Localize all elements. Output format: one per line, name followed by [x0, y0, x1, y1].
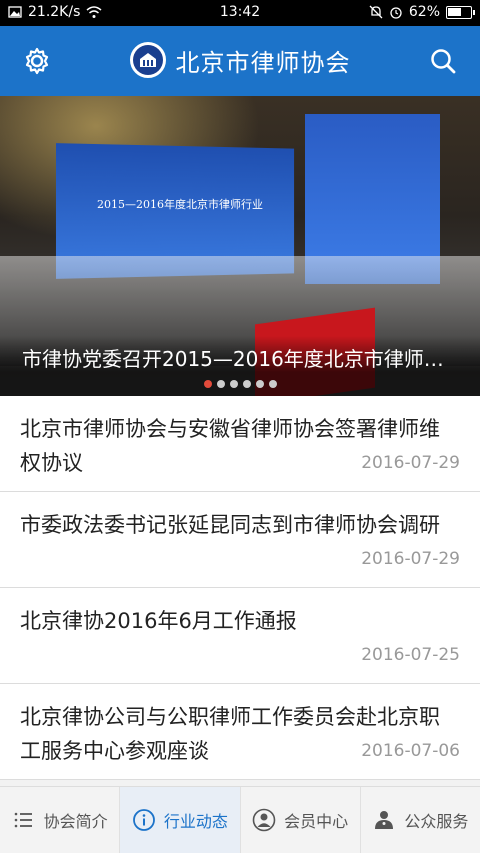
news-item[interactable]: 北京律协公司与公职律师工作委员会赴北京职工服务中心参观座谈 2016-07-06	[0, 684, 480, 780]
news-date: 2016-07-25	[361, 645, 460, 665]
tab-label: 公众服务	[404, 808, 468, 832]
people-icon	[372, 808, 396, 832]
tab-label: 行业动态	[164, 808, 228, 832]
banner-caption: 市律协党委召开2015—2016年度北京市律师…	[22, 343, 462, 372]
carousel-dot[interactable]	[204, 380, 212, 388]
news-item[interactable]: 市委政法委书记张延昆同志到市律师协会调研 2016-07-29	[0, 492, 480, 588]
news-date: 2016-07-29	[361, 453, 460, 473]
carousel-dot[interactable]	[269, 380, 277, 388]
list-icon	[12, 808, 36, 832]
news-title: 市委政法委书记张延昆同志到市律师协会调研	[20, 508, 460, 542]
app-bar: 北京市律师协会	[0, 26, 480, 96]
tab-association-intro[interactable]: 协会简介	[0, 787, 120, 853]
carousel-dot[interactable]	[217, 380, 225, 388]
page-title: 北京市律师协会	[176, 43, 351, 78]
tab-member-center[interactable]: 会员中心	[241, 787, 361, 853]
alarm-icon	[389, 5, 403, 19]
news-date: 2016-07-06	[361, 741, 460, 761]
banner-screen-text: 2015—2016年度北京市律师行业	[70, 196, 290, 212]
tab-label: 协会简介	[44, 808, 108, 832]
news-item[interactable]: 北京律协2016年6月工作通报 2016-07-25	[0, 588, 480, 684]
tab-public-services[interactable]: 公众服务	[361, 787, 480, 853]
tab-label: 会员中心	[284, 808, 348, 832]
info-icon	[132, 808, 156, 832]
carousel-dot[interactable]	[230, 380, 238, 388]
status-bar: 21.2K/s 13:42 62%	[0, 0, 480, 26]
carousel-dots[interactable]	[0, 380, 480, 388]
carousel-dot[interactable]	[243, 380, 251, 388]
battery-percent: 62%	[409, 4, 440, 20]
news-list: 北京市律师协会与安徽省律师协会签署律师维权协议 2016-07-29 市委政法委…	[0, 396, 480, 780]
news-item[interactable]: 北京市律师协会与安徽省律师协会签署律师维权协议 2016-07-29	[0, 396, 480, 492]
battery-icon	[446, 6, 472, 19]
association-logo	[130, 42, 166, 78]
tab-industry-news[interactable]: 行业动态	[120, 787, 240, 853]
news-banner[interactable]: 2015—2016年度北京市律师行业 市律协党委召开2015—2016年度北京市…	[0, 96, 480, 396]
person-icon	[252, 808, 276, 832]
mute-icon	[369, 5, 383, 19]
news-date: 2016-07-29	[361, 549, 460, 569]
search-icon[interactable]	[428, 46, 458, 76]
bottom-tab-bar: 协会简介 行业动态 会员中心 公众服务	[0, 786, 480, 853]
news-title: 北京律协2016年6月工作通报	[20, 604, 460, 638]
carousel-dot[interactable]	[256, 380, 264, 388]
